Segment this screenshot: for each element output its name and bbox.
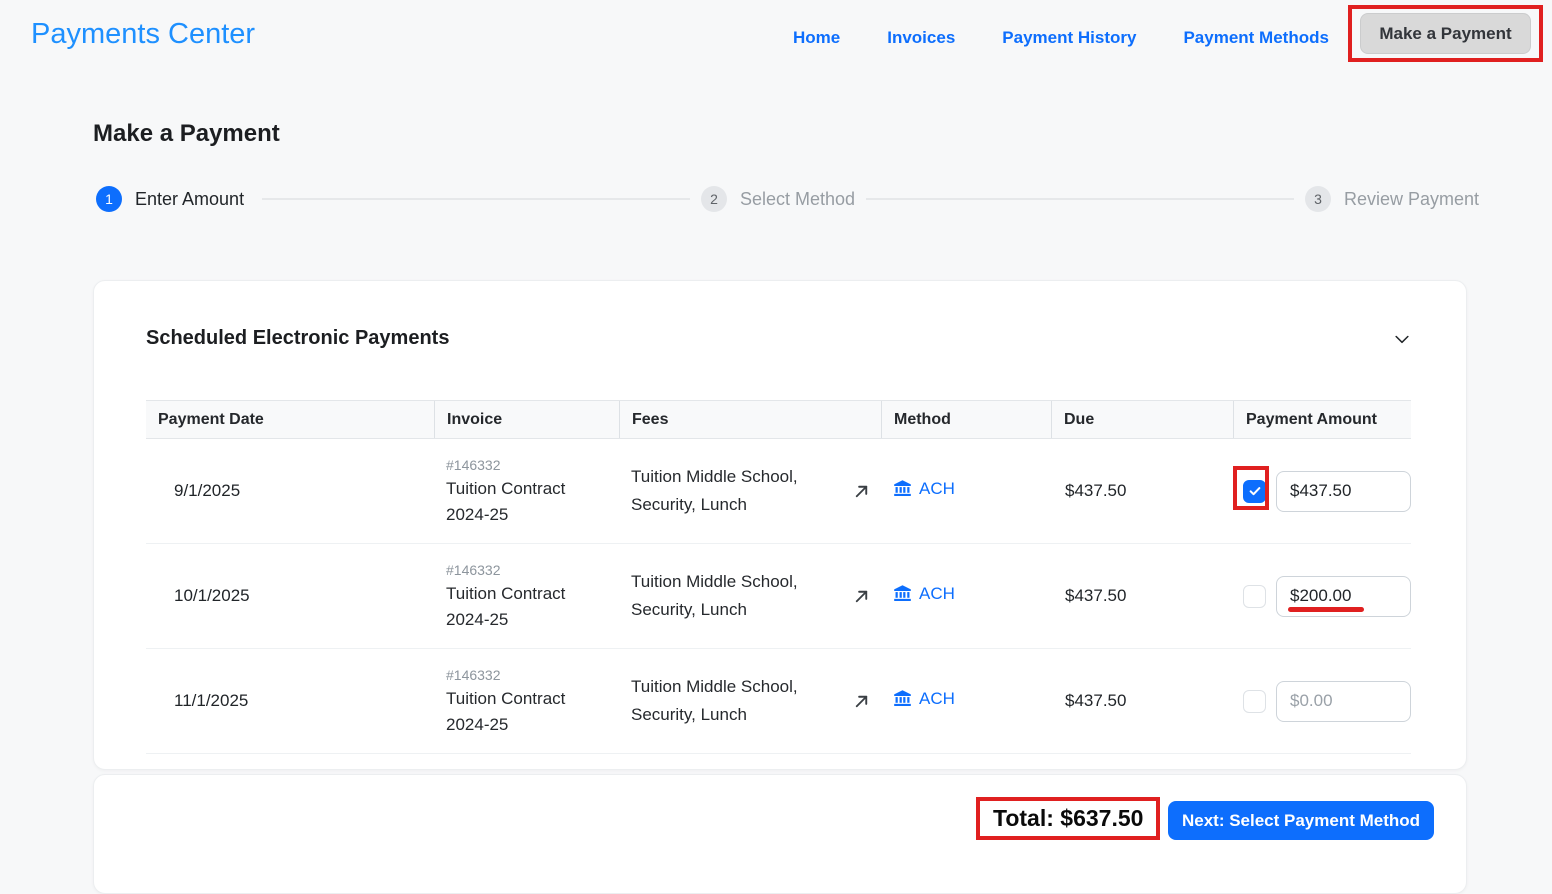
col-payment-amount: Payment Amount (1233, 401, 1411, 438)
ach-method-link[interactable]: ACH (893, 584, 955, 604)
row-3-amount-input-wrap (1276, 680, 1411, 722)
payment-amount-cell (1233, 575, 1411, 617)
method-label: ACH (919, 688, 955, 708)
row-1-checkbox-wrap (1233, 465, 1269, 510)
payment-amount-cell (1233, 465, 1411, 512)
step-connector-2 (866, 198, 1294, 200)
table-header-row: Payment Date Invoice Fees Method Due Pay… (146, 400, 1411, 439)
col-method: Method (881, 401, 1051, 438)
row-2-checkbox[interactable] (1243, 584, 1266, 608)
method-cell: ACH (881, 479, 1051, 504)
bank-icon (893, 689, 912, 708)
method-label: ACH (919, 478, 955, 498)
bank-icon (893, 479, 912, 498)
col-due: Due (1051, 401, 1233, 438)
invoice-year: 2024-25 (446, 610, 509, 629)
table-row: 9/1/2025 #146332 Tuition Contract 2024-2… (146, 439, 1411, 544)
invoice-year: 2024-25 (446, 505, 509, 524)
annotation-box-make-a-payment: Make a Payment (1348, 5, 1543, 62)
invoice-number: #146332 (446, 562, 501, 578)
fees-cell: Tuition Middle School, Security, Lunch (619, 673, 881, 729)
method-cell: ACH (881, 584, 1051, 609)
nav-payment-history[interactable]: Payment History (1002, 28, 1136, 48)
row-1-amount-input-wrap (1276, 470, 1411, 512)
payment-date: 9/1/2025 (174, 481, 241, 500)
due-amount: $437.50 (1065, 691, 1127, 710)
arrow-up-right-icon[interactable] (852, 692, 871, 711)
step-2-label: Select Method (740, 188, 856, 209)
row-2-checkbox-wrap (1243, 584, 1266, 608)
fees-text: Tuition Middle School, Security, Lunch (631, 467, 798, 514)
nav-payment-methods[interactable]: Payment Methods (1183, 28, 1328, 48)
nav-invoices[interactable]: Invoices (887, 28, 955, 48)
col-fees: Fees (619, 401, 881, 438)
annotation-box-total: Total: $637.50 (976, 797, 1161, 840)
step-1-circle: 1 (96, 186, 122, 212)
row-2-amount-input-wrap (1276, 575, 1411, 617)
table-row: 10/1/2025 #146332 Tuition Contract 2024-… (146, 544, 1411, 649)
invoice-name: Tuition Contract (446, 479, 566, 498)
table-row: 11/1/2025 #146332 Tuition Contract 2024-… (146, 649, 1411, 754)
arrow-up-right-icon[interactable] (852, 482, 871, 501)
invoice-number: #146332 (446, 457, 501, 473)
fees-text: Tuition Middle School, Security, Lunch (631, 572, 798, 619)
arrow-up-right-icon[interactable] (852, 587, 871, 606)
row-1-amount-input[interactable] (1276, 470, 1411, 512)
bank-icon (893, 584, 912, 603)
row-3-checkbox[interactable] (1243, 689, 1266, 713)
nav-home[interactable]: Home (793, 28, 840, 48)
col-payment-date: Payment Date (158, 410, 264, 428)
make-a-payment-nav-button[interactable]: Make a Payment (1360, 13, 1531, 54)
chevron-down-icon[interactable] (1392, 329, 1412, 349)
page-title: Make a Payment (93, 120, 280, 147)
next-select-payment-method-button[interactable]: Next: Select Payment Method (1168, 801, 1434, 840)
payment-date: 10/1/2025 (174, 586, 250, 605)
payment-amount-cell (1233, 680, 1411, 722)
payment-footer-bar: Total: $637.50 Next: Select Payment Meth… (93, 774, 1467, 894)
due-amount: $437.50 (1065, 481, 1127, 500)
invoice-cell: #146332 Tuition Contract 2024-25 (434, 562, 619, 630)
fees-text: Tuition Middle School, Security, Lunch (631, 677, 798, 724)
method-label: ACH (919, 583, 955, 603)
main-nav: Home Invoices Payment History Payment Me… (793, 0, 1329, 75)
step-1-enter-amount: 1 Enter Amount (96, 186, 244, 212)
app-title: Payments Center (31, 18, 256, 50)
ach-method-link[interactable]: ACH (893, 689, 955, 709)
card-title: Scheduled Electronic Payments (146, 327, 450, 349)
row-3-amount-input[interactable] (1276, 680, 1411, 722)
invoice-year: 2024-25 (446, 715, 509, 734)
step-3-circle: 3 (1305, 186, 1331, 212)
total-amount: Total: $637.50 (993, 805, 1144, 831)
scheduled-payments-table: Payment Date Invoice Fees Method Due Pay… (146, 400, 1411, 754)
invoice-cell: #146332 Tuition Contract 2024-25 (434, 457, 619, 525)
row-1-checkbox[interactable] (1243, 479, 1266, 503)
invoice-name: Tuition Contract (446, 689, 566, 708)
method-cell: ACH (881, 689, 1051, 714)
step-3-review-payment: 3 Review Payment (1305, 186, 1479, 212)
step-3-label: Review Payment (1344, 188, 1480, 209)
col-invoice: Invoice (434, 401, 619, 438)
payment-date: 11/1/2025 (174, 691, 249, 710)
ach-method-link[interactable]: ACH (893, 479, 955, 499)
fees-cell: Tuition Middle School, Security, Lunch (619, 568, 881, 624)
step-2-select-method: 2 Select Method (701, 186, 855, 212)
invoice-number: #146332 (446, 667, 501, 683)
invoice-cell: #146332 Tuition Contract 2024-25 (434, 667, 619, 735)
invoice-name: Tuition Contract (446, 584, 566, 603)
step-2-circle: 2 (701, 186, 727, 212)
scheduled-payments-card: Scheduled Electronic Payments Payment Da… (93, 280, 1467, 770)
row-3-checkbox-wrap (1243, 689, 1266, 713)
check-icon (1249, 487, 1260, 496)
step-1-label: Enter Amount (135, 188, 245, 209)
step-connector-1 (262, 198, 690, 200)
fees-cell: Tuition Middle School, Security, Lunch (619, 463, 881, 519)
row-2-amount-input[interactable] (1276, 575, 1411, 617)
due-amount: $437.50 (1065, 586, 1127, 605)
